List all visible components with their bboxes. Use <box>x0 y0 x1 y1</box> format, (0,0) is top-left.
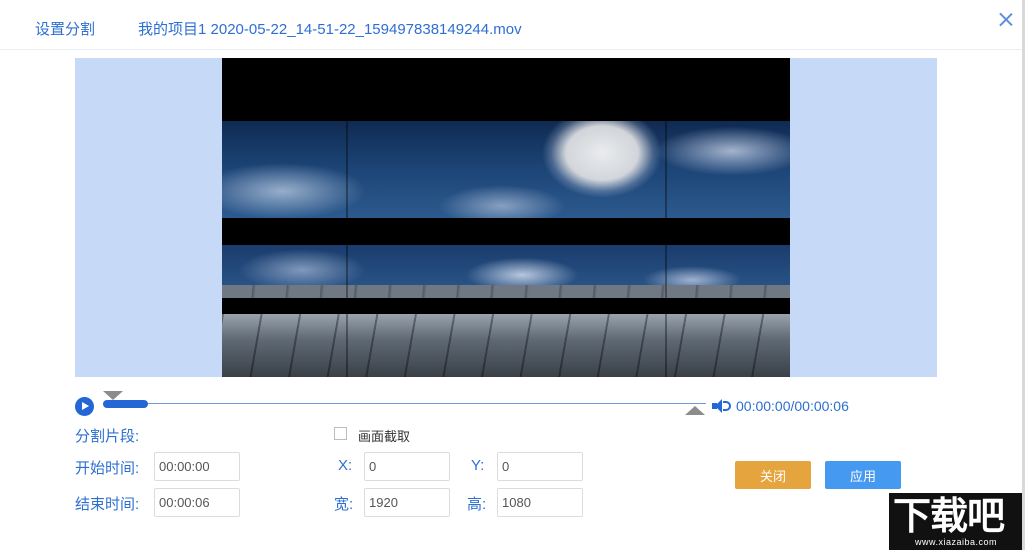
video-floor-band <box>222 314 790 377</box>
play-icon[interactable] <box>75 397 94 416</box>
video-frame[interactable] <box>222 58 790 377</box>
y-input[interactable] <box>497 452 583 481</box>
apply-button[interactable]: 应用 <box>825 461 901 489</box>
watermark-url: www.xiazaiba.com <box>915 537 998 547</box>
trim-end-handle-icon[interactable] <box>685 406 705 415</box>
height-label: 高: <box>467 496 487 513</box>
trim-start-handle-icon[interactable] <box>103 391 123 400</box>
video-panel-seam <box>665 121 667 377</box>
dialog-title: 设置分割 <box>35 21 96 38</box>
start-time-label: 开始时间: <box>75 460 140 477</box>
x-input[interactable] <box>364 452 450 481</box>
dialog-header: 设置分割 我的项目1 2020-05-22_14-51-22_159497838… <box>0 0 1025 50</box>
timeline-track[interactable] <box>103 403 706 404</box>
watermark-logo: 下载吧 www.xiazaiba.com <box>889 493 1022 550</box>
end-time-label: 结束时间: <box>75 496 140 513</box>
start-time-input[interactable] <box>154 452 240 481</box>
y-label: Y: <box>471 457 485 474</box>
video-preview-area <box>75 58 937 377</box>
x-label: X: <box>338 457 353 474</box>
close-button[interactable]: 关闭 <box>735 461 811 489</box>
end-time-input[interactable] <box>154 488 240 517</box>
close-icon[interactable] <box>996 10 1016 30</box>
file-name: 我的项目1 2020-05-22_14-51-22_15949783814924… <box>138 21 522 38</box>
volume-icon[interactable] <box>712 398 732 414</box>
video-floor-band-top <box>222 285 790 298</box>
crop-label: 画面截取 <box>358 429 411 444</box>
crop-checkbox[interactable] <box>334 427 347 440</box>
video-panel-seam <box>346 121 348 377</box>
width-input[interactable] <box>364 488 450 517</box>
segment-label: 分割片段: <box>75 428 140 445</box>
time-display: 00:00:00/00:00:06 <box>736 398 849 414</box>
timeline-progress[interactable] <box>103 400 148 408</box>
watermark-text: 下载吧 <box>893 494 1005 538</box>
height-input[interactable] <box>497 488 583 517</box>
video-sky-band <box>222 121 790 218</box>
width-label: 宽: <box>334 496 354 513</box>
